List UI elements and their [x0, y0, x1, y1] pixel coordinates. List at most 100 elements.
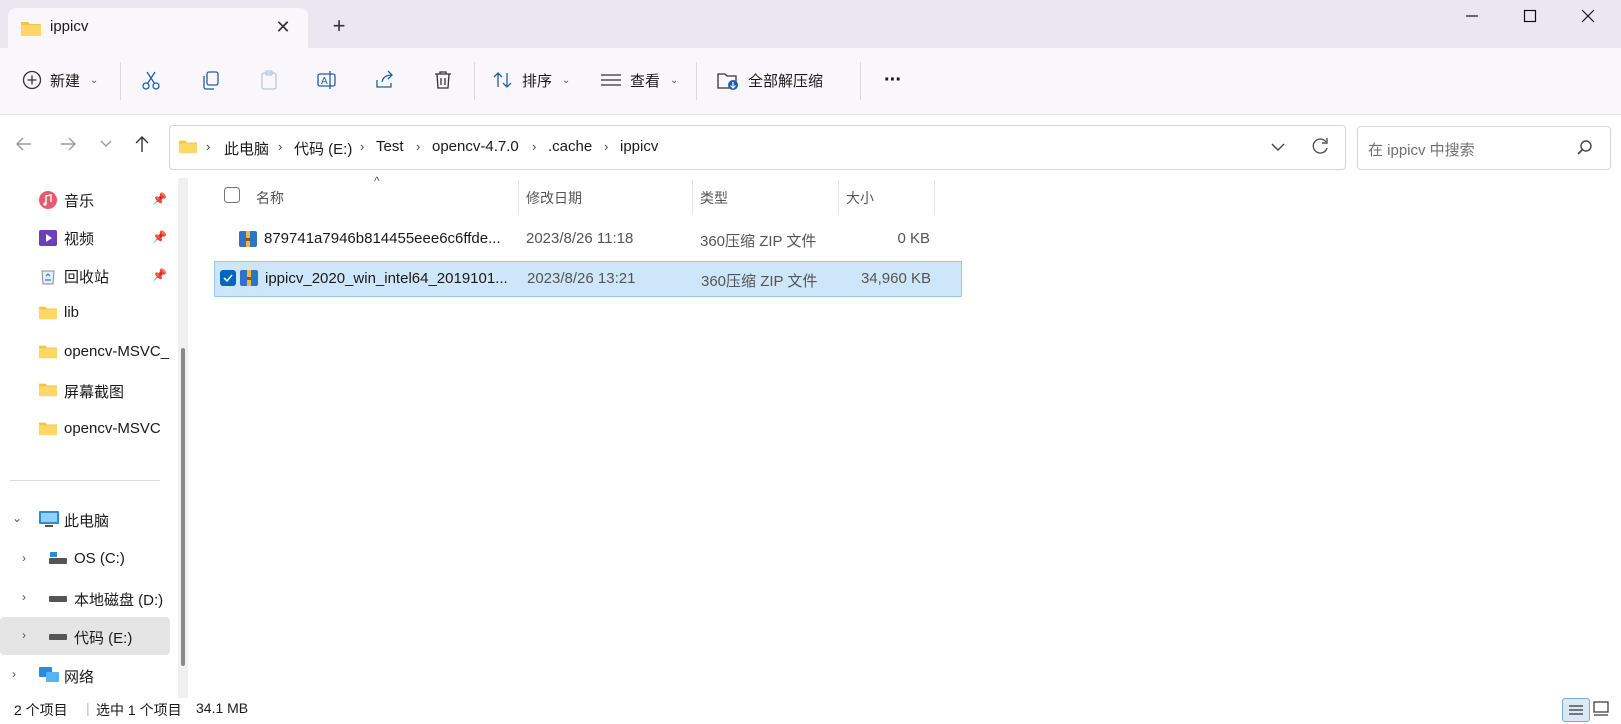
breadcrumb-ippicv[interactable]: ippicv	[620, 138, 658, 155]
address-history-chevron-icon[interactable]	[1270, 140, 1286, 157]
chevron-down-icon: ⌄	[670, 74, 679, 86]
delete-button[interactable]	[432, 60, 454, 100]
sidebar-item-network[interactable]: › 网络	[0, 656, 170, 694]
column-divider[interactable]	[934, 180, 935, 214]
sidebar-item-drive-c[interactable]: › OS (C:)	[0, 540, 170, 578]
details-view-button[interactable]	[1562, 698, 1590, 722]
tab-close-icon[interactable]: ✕	[272, 16, 294, 38]
sidebar-item-screenshots[interactable]: 屏幕截图	[0, 371, 170, 409]
cut-icon	[142, 71, 160, 90]
close-window-button[interactable]	[1559, 0, 1617, 32]
search-box[interactable]: 在 ippicv 中搜索	[1357, 126, 1611, 170]
sidebar-item-label: opencv-MSVC	[64, 420, 161, 437]
file-row-selected[interactable]: ippicv_2020_win_intel64_2019101... 2023/…	[214, 261, 962, 297]
column-divider[interactable]	[518, 180, 519, 214]
breadcrumb-opencv[interactable]: opencv-4.7.0	[432, 138, 519, 155]
music-icon	[38, 190, 58, 214]
arrow-left-icon	[16, 137, 31, 151]
select-all-checkbox[interactable]	[224, 187, 240, 207]
tab-ippicv[interactable]: ippicv ✕	[8, 8, 308, 48]
folder-icon	[38, 304, 58, 324]
pin-icon[interactable]: 📌	[152, 268, 167, 282]
selected-count: 选中 1 个项目	[96, 702, 182, 718]
cut-button[interactable]	[140, 60, 162, 100]
sidebar-item-recycle-bin[interactable]: 回收站 📌	[0, 256, 170, 294]
sort-icon	[493, 72, 512, 88]
pin-icon[interactable]: 📌	[152, 230, 167, 244]
share-button[interactable]	[374, 60, 396, 100]
row-checkbox-checked[interactable]	[220, 270, 236, 290]
file-row[interactable]: 879741a7946b814455eee6c6ffde... 2023/8/2…	[214, 222, 960, 256]
up-button[interactable]	[128, 130, 156, 158]
column-header: ^ 名称 修改日期 类型 大小	[214, 174, 970, 214]
extract-all-button[interactable]: 全部解压缩	[716, 60, 823, 100]
column-date[interactable]: 修改日期	[526, 188, 582, 208]
sidebar-item-lib[interactable]: lib	[0, 294, 170, 332]
sidebar-item-videos[interactable]: 视频 📌	[0, 218, 170, 256]
breadcrumb-cache[interactable]: .cache	[548, 138, 592, 155]
view-label: 查看	[630, 72, 661, 90]
new-button[interactable]: 新建 ⌄	[22, 60, 98, 100]
back-button[interactable]	[10, 130, 38, 158]
pin-icon[interactable]: 📌	[152, 192, 167, 206]
column-name[interactable]: 名称	[256, 188, 284, 208]
sort-button[interactable]: 排序 ⌄	[492, 60, 570, 100]
chevron-right-icon[interactable]: ›	[22, 551, 26, 565]
sidebar-item-drive-d[interactable]: › 本地磁盘 (D:)	[0, 579, 170, 617]
minimize-button[interactable]	[1443, 0, 1501, 32]
zip-file-icon	[238, 229, 258, 253]
copy-button[interactable]	[200, 60, 222, 100]
address-bar[interactable]: › 此电脑 › 代码 (E:) › Test › opencv-4.7.0 › …	[169, 125, 1346, 170]
more-options-button[interactable]: ···	[884, 60, 902, 100]
chevron-right-icon[interactable]: ›	[12, 667, 16, 681]
view-button[interactable]: 查看 ⌄	[600, 60, 678, 100]
recent-locations-button[interactable]	[92, 130, 120, 158]
rename-icon: A	[317, 71, 336, 89]
file-date: 2023/8/26 13:21	[527, 270, 636, 287]
folder-icon	[38, 420, 58, 440]
rename-button[interactable]: A	[316, 60, 338, 100]
breadcrumb-this-pc[interactable]: 此电脑	[224, 138, 269, 159]
scrollbar-thumb[interactable]	[181, 348, 185, 666]
file-size: 34,960 KB	[860, 270, 931, 287]
breadcrumb-drive-e[interactable]: 代码 (E:)	[294, 138, 352, 159]
file-name: ippicv_2020_win_intel64_2019101...	[265, 270, 508, 287]
column-divider[interactable]	[692, 180, 693, 214]
chevron-right-icon: ›	[604, 139, 609, 154]
breadcrumb-test[interactable]: Test	[376, 138, 404, 155]
chevron-right-icon[interactable]: ›	[22, 590, 26, 604]
forward-button[interactable]	[54, 130, 82, 158]
chevron-right-icon: ›	[278, 139, 283, 154]
sidebar-item-drive-e[interactable]: › 代码 (E:)	[0, 617, 170, 655]
sidebar-item-this-pc[interactable]: ⌄ 此电脑	[0, 500, 170, 538]
sidebar-item-music[interactable]: 音乐 📌	[0, 180, 170, 218]
search-icon[interactable]	[1576, 139, 1594, 161]
new-label: 新建	[50, 72, 81, 90]
maximize-button[interactable]	[1501, 0, 1559, 32]
os-drive-icon	[48, 550, 68, 570]
paste-button[interactable]	[258, 60, 280, 100]
file-type: 360压缩 ZIP 文件	[700, 233, 817, 250]
sidebar-item-opencv-msvc-1[interactable]: opencv-MSVC_	[0, 333, 170, 371]
toolbar-divider	[860, 62, 861, 100]
chevron-down-icon[interactable]: ⌄	[12, 511, 22, 525]
column-type[interactable]: 类型	[700, 188, 728, 208]
chevron-right-icon[interactable]: ›	[22, 628, 26, 642]
column-size[interactable]: 大小	[846, 188, 874, 208]
new-tab-button[interactable]: +	[326, 14, 352, 40]
folder-icon	[178, 138, 198, 158]
chevron-right-icon: ›	[416, 139, 421, 154]
status-bar: 2 个项目 | 选中 1 个项目 34.1 MB	[0, 698, 1621, 722]
refresh-icon[interactable]	[1310, 136, 1330, 160]
toolbar-divider	[120, 62, 121, 100]
trash-icon	[435, 71, 451, 89]
chevron-right-icon: ›	[532, 139, 537, 154]
chevron-right-icon: ›	[206, 139, 211, 154]
sidebar-item-opencv-msvc-2[interactable]: opencv-MSVC	[0, 410, 170, 448]
sidebar-item-label: 本地磁盘 (D:)	[74, 592, 164, 609]
zip-file-icon	[239, 268, 259, 292]
minimize-icon	[1466, 15, 1478, 17]
sidebar-scrollbar[interactable]	[178, 178, 188, 698]
column-divider[interactable]	[838, 180, 839, 214]
large-icons-view-button[interactable]	[1592, 700, 1610, 721]
